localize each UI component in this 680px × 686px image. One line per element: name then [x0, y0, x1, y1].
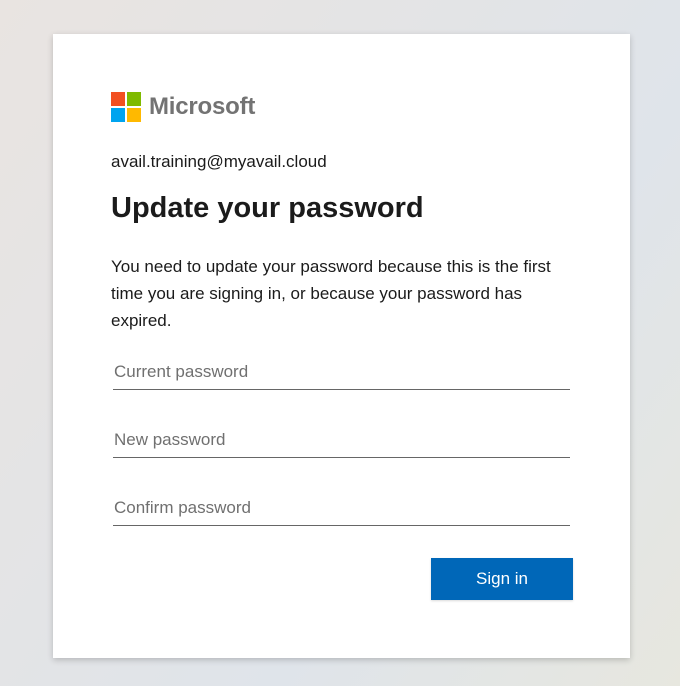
logo-yellow-square: [127, 108, 141, 122]
microsoft-logo: Microsoft: [111, 92, 255, 122]
update-password-dialog: Microsoft avail.training@myavail.cloud U…: [53, 34, 630, 658]
new-password-field[interactable]: [113, 422, 570, 458]
logo-wordmark: Microsoft: [149, 93, 256, 120]
logo-red-square: [111, 92, 125, 106]
account-email: avail.training@myavail.cloud: [111, 152, 327, 171]
current-password-field[interactable]: [113, 354, 570, 390]
confirm-password-field[interactable]: [113, 490, 570, 526]
microsoft-logo-icon: [111, 92, 141, 122]
sign-in-button[interactable]: Sign in: [431, 558, 573, 600]
logo-blue-square: [111, 108, 125, 122]
page-description: You need to update your password because…: [111, 257, 551, 330]
page-title: Update your password: [111, 192, 424, 224]
logo-green-square: [127, 92, 141, 106]
